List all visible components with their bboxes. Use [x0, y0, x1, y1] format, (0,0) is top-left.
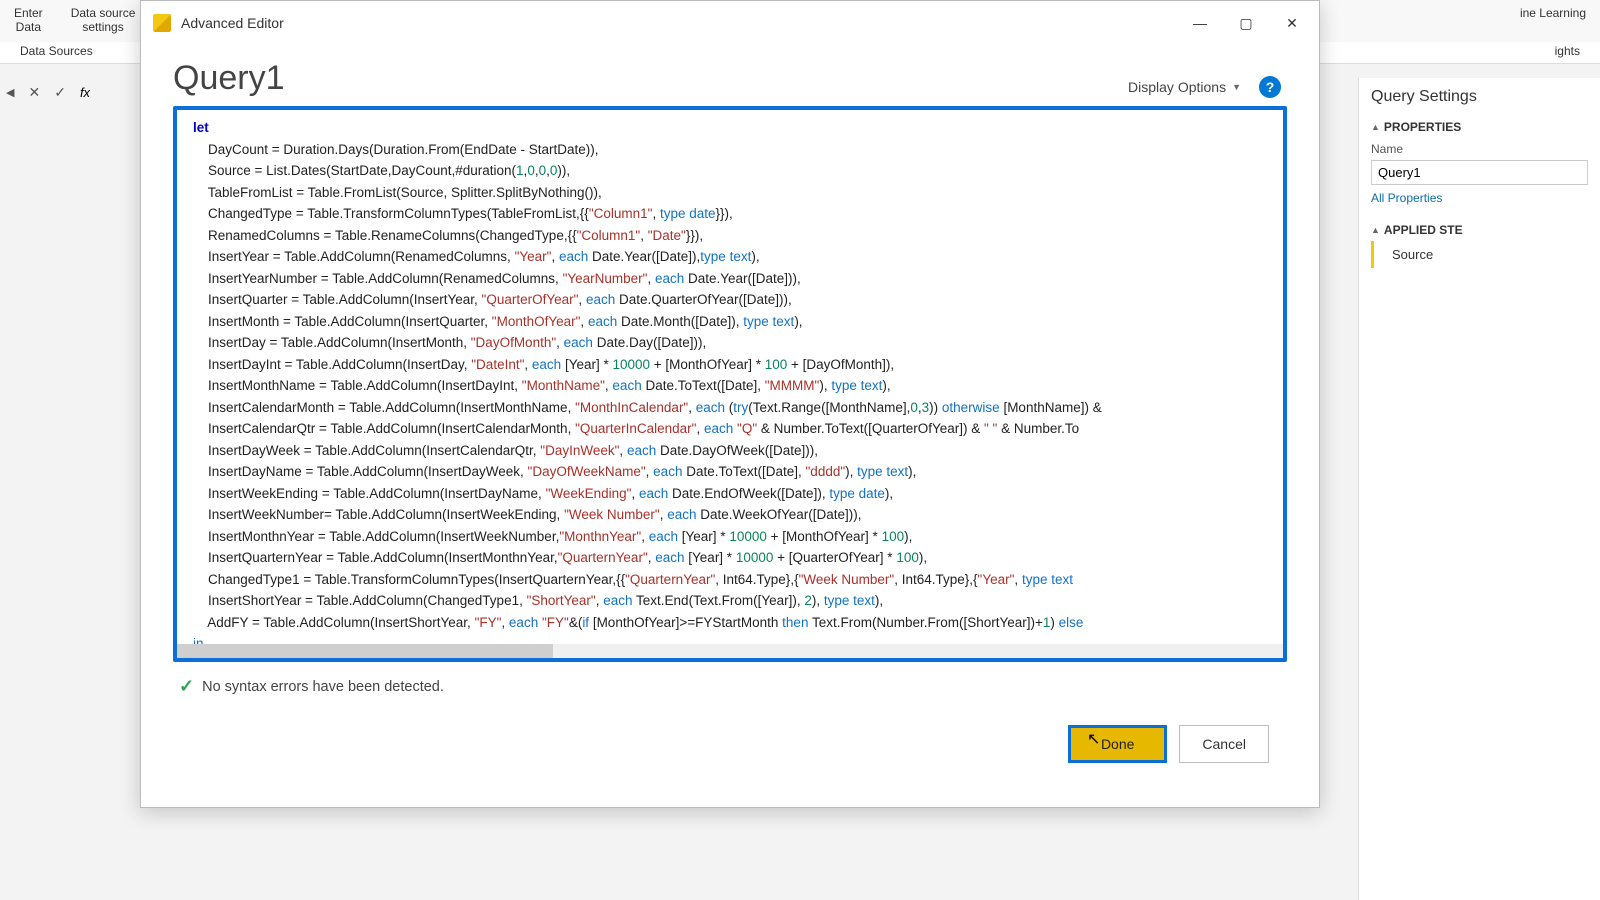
triangle-down-icon: ▲ [1371, 225, 1380, 235]
applied-step-source[interactable]: Source [1371, 241, 1588, 268]
minimize-button[interactable]: — [1177, 8, 1223, 38]
powerbi-icon [153, 14, 171, 32]
horizontal-scrollbar[interactable] [177, 644, 1283, 658]
name-label: Name [1371, 142, 1588, 156]
dialog-title: Advanced Editor [181, 15, 284, 31]
cancel-button[interactable]: Cancel [1179, 725, 1269, 763]
titlebar: Advanced Editor — ▢ ✕ [141, 1, 1319, 45]
query-name-input[interactable] [1371, 160, 1588, 185]
chevron-left-icon[interactable]: ◀ [6, 86, 14, 99]
cancel-formula-icon[interactable]: ✕ [28, 84, 40, 101]
code-editor-highlight: let DayCount = Duration.Days(Duration.Fr… [173, 106, 1287, 662]
help-icon[interactable]: ? [1259, 76, 1281, 98]
properties-section[interactable]: ▲PROPERTIES [1371, 120, 1588, 134]
done-button[interactable]: Done ↖ [1068, 725, 1167, 763]
panel-title: Query Settings [1371, 88, 1588, 106]
check-icon: ✓ [179, 676, 194, 697]
accept-formula-icon[interactable]: ✓ [54, 84, 66, 101]
code-editor[interactable]: let DayCount = Duration.Days(Duration.Fr… [177, 110, 1283, 658]
maximize-button[interactable]: ▢ [1223, 8, 1269, 38]
query-settings-panel: Query Settings ▲PROPERTIES Name All Prop… [1358, 78, 1600, 900]
chevron-down-icon: ▼ [1232, 82, 1241, 92]
applied-steps-section[interactable]: ▲APPLIED STE [1371, 223, 1588, 237]
advanced-editor-dialog: Advanced Editor — ▢ ✕ Query1 Display Opt… [140, 0, 1320, 808]
syntax-status: ✓ No syntax errors have been detected. [173, 676, 1287, 697]
query-title: Query1 [173, 59, 285, 98]
fx-icon[interactable]: fx [80, 85, 90, 100]
close-button[interactable]: ✕ [1269, 8, 1315, 38]
triangle-down-icon: ▲ [1371, 122, 1380, 132]
all-properties-link[interactable]: All Properties [1371, 191, 1588, 205]
display-options-dropdown[interactable]: Display Options ▼ [1128, 79, 1241, 95]
